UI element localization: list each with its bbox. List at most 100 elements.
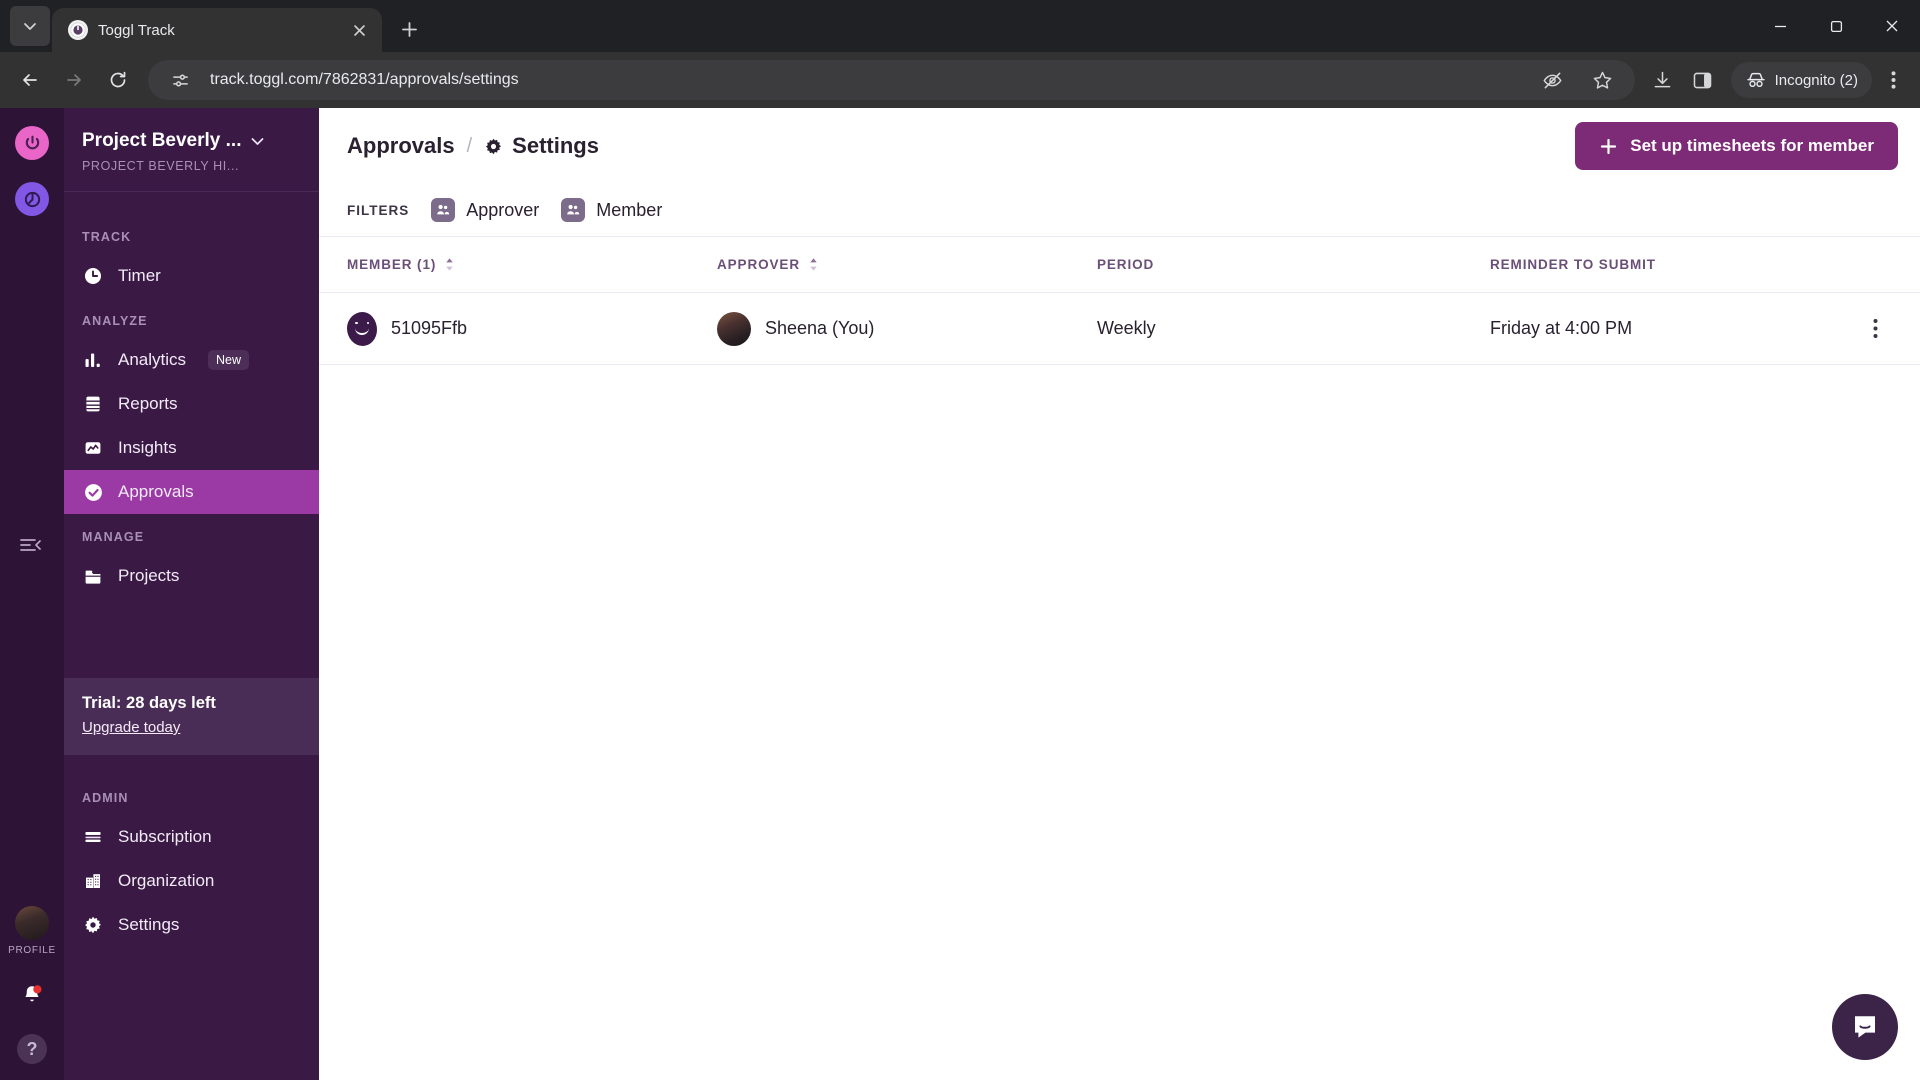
nav-group-track-label: TRACK [82,230,132,244]
avatar-smile [355,326,369,335]
sidebar-item-label: Timer [118,266,161,285]
report-glyph [86,396,100,412]
close-icon[interactable] [346,17,372,43]
window-close-button[interactable] [1864,0,1920,52]
breadcrumb-separator: / [466,134,473,157]
browser-menu-button[interactable] [1876,60,1910,100]
sidebar-item-organization[interactable]: Organization [64,859,319,903]
insights-graph-icon [82,437,104,459]
reload-button[interactable] [98,60,138,100]
sort-icon[interactable] [808,257,819,272]
column-header-member[interactable]: MEMBER (1) [347,257,717,272]
user-avatar [14,906,49,940]
sidebar-item-label: Projects [118,566,180,585]
sidebar-item-label: Analytics [118,350,187,369]
sidebar-item-label: Approvals [118,482,194,501]
toggl-favicon [68,20,88,40]
column-header-reminder-label: REMINDER TO SUBMIT [1490,257,1656,272]
people-group-icon [561,198,586,222]
sidebar-item-insights[interactable]: Insights [64,426,319,470]
column-header-member-label: MEMBER (1) [347,257,437,272]
nav-group-manage-label: MANAGE [82,530,145,544]
cell-member: 51095Ffb [347,311,717,346]
breadcrumb-parent[interactable]: Approvals [347,133,455,159]
folder-glyph [85,570,101,584]
profile-button[interactable]: PROFILE [8,906,56,956]
toggl-logo-icon [70,22,86,38]
incognito-indicator[interactable]: Incognito (2) [1730,62,1872,98]
minimize-button[interactable] [1752,0,1808,52]
window-controls [1752,0,1920,52]
timer-circle-icon [24,191,40,207]
bar-chart-glyph [85,353,100,367]
window-close-icon [1886,20,1898,32]
check-circle-glyph [84,483,102,501]
bar-chart-icon [82,349,104,371]
collapse-arrow-icon [20,539,41,551]
toggl-timer-logo[interactable] [15,182,49,216]
gear-icon [82,914,104,936]
member-avatar [347,311,377,346]
page-title: Settings [484,133,599,159]
set-up-timesheets-button[interactable]: Set up timesheets for member [1575,122,1898,170]
side-panel-button[interactable] [1685,62,1721,98]
filter-approver[interactable]: Approver [431,198,539,222]
incognito-icon [1746,72,1765,88]
downloads-button[interactable] [1645,62,1681,98]
bookmark-star-icon[interactable] [1585,62,1621,98]
filters-label: FILTERS [347,202,410,218]
trial-title: Trial: 28 days left [82,694,216,712]
toggl-power-logo[interactable] [15,126,49,160]
content-topbar: Approvals / Settings Set up timesheets f… [319,108,1920,184]
gear-glyph [85,916,101,934]
sidebar-item-timer[interactable]: Timer [64,254,319,298]
browser-tab[interactable]: Toggl Track [52,8,382,52]
tab-search-button[interactable] [10,6,50,46]
sidebar-nav: TRACK Timer ANALYZE Analytics New Report… [64,192,319,1080]
browser-window: Toggl Track track.toggl.com/7862831/appr… [0,0,1920,1080]
table-header-row: MEMBER (1) APPROVER PERIOD REMINDER TO S… [319,237,1920,293]
vertical-dots-icon [1873,319,1877,338]
help-question-icon[interactable]: ? [17,1034,47,1064]
sidebar-item-settings[interactable]: Settings [64,903,319,947]
clock-icon [82,265,104,287]
sidebar-item-projects[interactable]: Projects [64,554,319,598]
intercom-chat-button[interactable] [1832,994,1898,1060]
new-tab-button[interactable] [390,10,428,48]
downloads-icon [1654,71,1671,87]
row-overflow-menu-icon[interactable] [1858,312,1892,346]
forward-arrow-icon [67,74,81,86]
back-arrow-icon [23,74,37,86]
filters-bar: FILTERS Approver Member [319,184,1920,236]
upgrade-link[interactable]: Upgrade today [82,719,180,736]
trial-banner[interactable]: Trial: 28 days left Upgrade today [64,678,319,755]
sidebar-item-label: Settings [118,915,180,934]
filter-member[interactable]: Member [561,198,662,222]
check-circle-icon [82,481,104,503]
workspace-header[interactable]: Project Beverly ... PROJECT BEVERLY HI..… [64,108,319,192]
notifications-bell-icon[interactable] [15,978,49,1012]
sidebar-item-subscription[interactable]: Subscription [64,815,319,859]
sidebar-item-analytics[interactable]: Analytics New [64,338,319,382]
maximize-icon [1830,20,1842,32]
status-badge: New [208,350,250,370]
workspace-name: Project Beverly ... [82,130,242,151]
filter-approver-label: Approver [466,199,540,220]
member-name: 51095Ffb [391,318,468,338]
table-row[interactable]: 51095Ffb Sheena (You) Weekly Friday at 4… [319,293,1920,365]
period-value: Weekly [1097,318,1156,338]
collapse-sidebar-icon[interactable] [12,526,50,564]
sort-icon[interactable] [444,257,455,272]
site-settings-icon[interactable] [162,62,198,98]
sidebar-item-reports[interactable]: Reports [64,382,319,426]
maximize-button[interactable] [1808,0,1864,52]
sidebar-item-label: Insights [118,438,177,457]
forward-button[interactable] [54,60,94,100]
sidebar-item-approvals[interactable]: Approvals [64,470,319,514]
back-button[interactable] [10,60,50,100]
column-header-approver[interactable]: APPROVER [717,257,1097,272]
tracking-protection-icon[interactable] [1535,62,1571,98]
address-bar[interactable]: track.toggl.com/7862831/approvals/settin… [148,60,1635,100]
chevron-down-icon[interactable] [249,133,266,150]
app-sidebar: Project Beverly ... PROJECT BEVERLY HI..… [64,108,319,1080]
